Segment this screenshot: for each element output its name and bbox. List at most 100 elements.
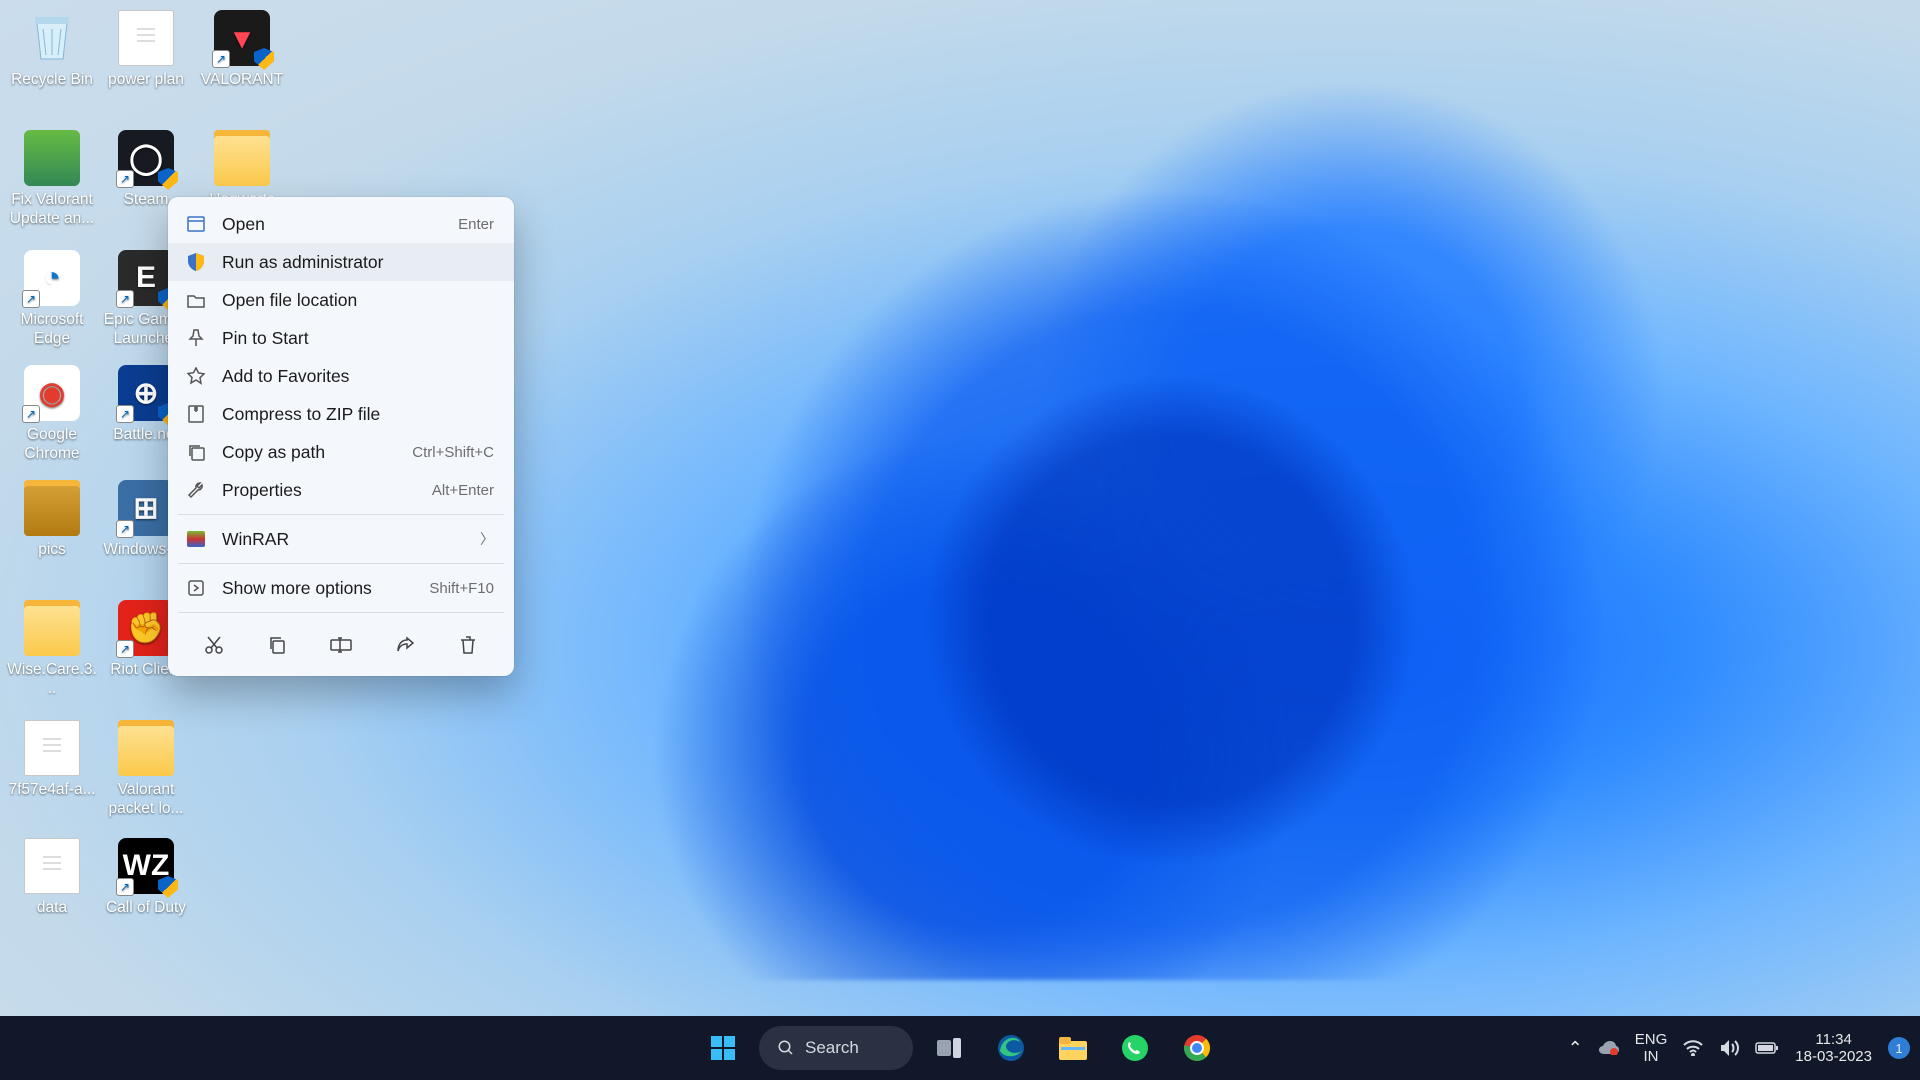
menu-label: Copy as path	[222, 442, 396, 463]
icon-label: Call of Duty	[100, 898, 192, 917]
desktop-icon-wisecare[interactable]: Wise.Care.3...	[6, 600, 98, 699]
tray-chevron-icon[interactable]: ⌃	[1568, 1038, 1583, 1059]
valorant-packet-icon	[118, 720, 174, 776]
onedrive-tray-icon[interactable]	[1599, 1041, 1619, 1055]
zip-icon	[186, 404, 206, 424]
fix-valorant-icon	[24, 130, 80, 186]
hogwarts-icon	[214, 130, 270, 186]
uac-shield-icon	[254, 48, 274, 70]
delete-icon[interactable]	[449, 628, 487, 662]
edge-icon: ◔↗	[24, 250, 80, 306]
desktop-icon-recycle-bin[interactable]: Recycle Bin	[6, 10, 98, 89]
taskbar: Search ⌃ ENG IN	[0, 1016, 1920, 1080]
lang-bottom: IN	[1635, 1048, 1668, 1065]
shortcut-arrow-icon: ↗	[212, 50, 230, 68]
desktop-icon-power-plan[interactable]: power plan	[100, 10, 192, 89]
taskbar-center: Search	[697, 1022, 1223, 1074]
language-indicator[interactable]: ENG IN	[1635, 1031, 1668, 1066]
shortcut-arrow-icon: ↗	[116, 878, 134, 896]
menu-item-winrar[interactable]: WinRAR〉	[168, 520, 514, 558]
battlenet-icon: ⊕↗	[118, 365, 174, 421]
file-explorer-taskbar-icon[interactable]	[1047, 1022, 1099, 1074]
icon-label: data	[6, 898, 98, 917]
shortcut-arrow-icon: ↗	[116, 170, 134, 188]
menu-item-open-loc[interactable]: Open file location	[168, 281, 514, 319]
edge-taskbar-icon[interactable]	[985, 1022, 1037, 1074]
rename-icon[interactable]	[322, 628, 360, 662]
menu-action-row	[168, 618, 514, 668]
window-icon	[186, 214, 206, 234]
desktop-icon-pics[interactable]: pics	[6, 480, 98, 559]
folder-icon	[186, 290, 206, 310]
whatsapp-taskbar-icon[interactable]	[1109, 1022, 1161, 1074]
recycle-bin-icon	[24, 10, 80, 66]
menu-separator	[178, 612, 504, 613]
menu-label: Show more options	[222, 578, 413, 599]
task-view-button[interactable]	[923, 1022, 975, 1074]
shortcut-arrow-icon: ↗	[116, 405, 134, 423]
hash-file-icon	[24, 720, 80, 776]
chrome-taskbar-icon[interactable]	[1171, 1022, 1223, 1074]
clock[interactable]: 11:34 18-03-2023	[1795, 1031, 1872, 1066]
shortcut-arrow-icon: ↗	[116, 640, 134, 658]
pin-icon	[186, 328, 206, 348]
desktop-icon-valorant[interactable]: ▾↗VALORANT	[196, 10, 288, 89]
menu-item-more[interactable]: Show more options Shift+F10	[168, 569, 514, 607]
menu-item-open[interactable]: OpenEnter	[168, 205, 514, 243]
riot-client-icon: ✊↗	[118, 600, 174, 656]
shortcut-arrow-icon: ↗	[116, 520, 134, 538]
notification-count: 1	[1895, 1041, 1902, 1056]
menu-label: Compress to ZIP file	[222, 404, 494, 425]
copypath-icon	[186, 442, 206, 462]
icon-label: Recycle Bin	[6, 70, 98, 89]
uac-shield-icon	[158, 876, 178, 898]
chevron-right-icon: 〉	[480, 529, 494, 549]
desktop-icon-edge[interactable]: ◔↗ Microsoft Edge	[6, 250, 98, 349]
menu-accelerator: Shift+F10	[429, 580, 494, 597]
valorant-icon: ▾↗	[214, 10, 270, 66]
power-plan-icon	[118, 10, 174, 66]
wifi-tray-icon[interactable]	[1683, 1040, 1703, 1056]
epic-icon: E↗	[118, 250, 174, 306]
taskbar-search[interactable]: Search	[759, 1026, 913, 1070]
uac-shield-icon	[158, 168, 178, 190]
menu-item-copy-path[interactable]: Copy as pathCtrl+Shift+C	[168, 433, 514, 471]
notification-badge[interactable]: 1	[1888, 1037, 1910, 1059]
context-menu: OpenEnterRun as administrator Open file l…	[168, 197, 514, 676]
desktop-icon-chrome[interactable]: ◉↗Google Chrome	[6, 365, 98, 464]
search-label: Search	[805, 1038, 859, 1058]
share-icon[interactable]	[386, 628, 424, 662]
battery-tray-icon[interactable]	[1755, 1041, 1779, 1055]
wrench-icon	[186, 480, 206, 500]
cut-icon[interactable]	[195, 628, 233, 662]
menu-item-pin-start[interactable]: Pin to Start	[168, 319, 514, 357]
icon-label: Valorant packet lo...	[100, 780, 192, 819]
desktop-icon-data[interactable]: data	[6, 838, 98, 917]
desktop-icon-valorant-packet[interactable]: Valorant packet lo...	[100, 720, 192, 819]
menu-item-favorites[interactable]: Add to Favorites	[168, 357, 514, 395]
menu-accelerator: Alt+Enter	[432, 482, 494, 499]
shortcut-arrow-icon: ↗	[116, 290, 134, 308]
copy-icon[interactable]	[258, 628, 296, 662]
icon-label: Fix Valorant Update an...	[6, 190, 98, 229]
windows-iso-icon: ⊞↗	[118, 480, 174, 536]
menu-item-zip[interactable]: Compress to ZIP file	[168, 395, 514, 433]
menu-label: Open	[222, 214, 442, 235]
start-button[interactable]	[697, 1022, 749, 1074]
icon-label: Microsoft Edge	[6, 310, 98, 349]
chrome-icon: ◉↗	[24, 365, 80, 421]
menu-label: Open file location	[222, 290, 494, 311]
more-icon	[186, 578, 206, 598]
menu-item-properties[interactable]: Properties Alt+Enter	[168, 471, 514, 509]
shortcut-arrow-icon: ↗	[22, 290, 40, 308]
desktop-icon-hash-file[interactable]: 7f57e4af-a...	[6, 720, 98, 799]
menu-label: Properties	[222, 480, 416, 501]
desktop-icon-cod[interactable]: WZ↗Call of Duty	[100, 838, 192, 917]
volume-tray-icon[interactable]	[1719, 1039, 1739, 1057]
menu-item-run-admin[interactable]: Run as administrator	[168, 243, 514, 281]
icon-label: Wise.Care.3...	[6, 660, 98, 699]
pics-icon	[24, 480, 80, 536]
icon-label: power plan	[100, 70, 192, 89]
date-text: 18-03-2023	[1795, 1048, 1872, 1065]
desktop-icon-fix-valorant[interactable]: Fix Valorant Update an...	[6, 130, 98, 229]
